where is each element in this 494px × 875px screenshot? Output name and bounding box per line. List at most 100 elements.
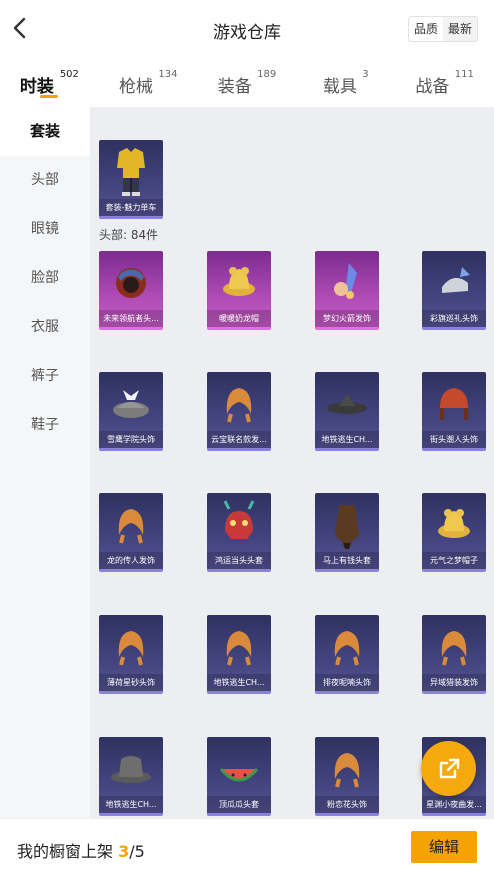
item-card[interactable]: 地铁逃生CH... xyxy=(315,372,379,451)
sidebar-item-pants[interactable]: 裤子 xyxy=(0,352,90,401)
hair-icon xyxy=(226,388,252,423)
tab-guns[interactable]: 枪械 134 xyxy=(99,58,198,106)
sidebar-item-glasses[interactable]: 眼镜 xyxy=(0,205,90,254)
hair-icon xyxy=(441,631,467,666)
tab-label: 枪械 xyxy=(118,77,153,97)
hair-icon xyxy=(334,631,360,666)
item-card[interactable]: 马上有钱头套 xyxy=(315,493,379,572)
sidebar-item-outfit[interactable]: 套装 xyxy=(0,107,90,156)
item-card[interactable]: 鸿运当头头套 xyxy=(207,493,271,572)
item-label: 雪鹰学院头饰 xyxy=(99,431,163,448)
hair-icon xyxy=(118,509,144,544)
item-card[interactable]: 异域猎装发饰 xyxy=(422,615,486,694)
item-label: 排夜呢喃头饰 xyxy=(315,674,379,691)
showcase-prefix: 我的橱窗上架 xyxy=(17,842,119,861)
item-label: 星渊小夜曲发... xyxy=(422,796,486,813)
tab-count: 189 xyxy=(257,69,277,80)
item-card[interactable]: 地铁逃生CH... xyxy=(99,737,163,816)
item-card[interactable]: 顶瓜瓜头套 xyxy=(207,737,271,816)
showcase-bar: 我的橱窗上架 3/5 编辑 xyxy=(0,818,494,875)
tab-fashion[interactable]: 时装 502 xyxy=(0,58,99,106)
watermelon-hat-icon xyxy=(219,768,259,782)
top-bar: 游戏仓库 品质 最新 xyxy=(0,0,494,58)
item-label: 彩旗巡礼头饰 xyxy=(422,310,486,327)
item-card[interactable]: 未来领航者头... xyxy=(99,251,163,330)
tab-count: 134 xyxy=(158,69,178,80)
category-sidebar: 套装 头部 眼镜 脸部 衣服 裤子 鞋子 xyxy=(0,107,90,818)
item-card[interactable]: 彩旗巡礼头饰 xyxy=(422,251,486,330)
hat-icon xyxy=(223,267,255,296)
item-label: 地铁逃生CH... xyxy=(207,674,271,691)
item-label: 街头潮人头饰 xyxy=(422,431,486,448)
showcase-current: 3 xyxy=(118,842,130,861)
tab-label: 载具 xyxy=(322,77,357,97)
active-tab-indicator xyxy=(40,95,59,98)
showcase-total: /5 xyxy=(129,842,145,861)
tab-count: 3 xyxy=(362,69,369,80)
item-label: 顶瓜瓜头套 xyxy=(207,796,271,813)
sidebar-item-clothes[interactable]: 衣服 xyxy=(0,303,90,352)
item-label: 龙的传人发饰 xyxy=(99,552,163,569)
item-label: 套装-魅力单车 xyxy=(99,199,163,216)
tab-equipment[interactable]: 装备 189 xyxy=(198,58,297,106)
tab-vehicles[interactable]: 载具 3 xyxy=(296,58,395,106)
item-card[interactable]: 地铁逃生CH... xyxy=(207,615,271,694)
share-button[interactable] xyxy=(421,741,476,796)
sort-toggle: 品质 最新 xyxy=(407,16,478,42)
item-card[interactable]: 元气之梦帽子 xyxy=(422,493,486,572)
item-label: 马上有钱头套 xyxy=(315,552,379,569)
helmet-icon xyxy=(116,268,146,298)
tab-label: 战备 xyxy=(415,77,450,97)
sort-quality-button[interactable]: 品质 xyxy=(408,17,443,41)
item-label: 未来领航者头... xyxy=(99,310,163,327)
share-icon xyxy=(439,758,459,778)
item-card[interactable]: 云宝联名款发... xyxy=(207,372,271,451)
item-card[interactable]: 雪鹰学院头饰 xyxy=(99,372,163,451)
sort-newest-button[interactable]: 最新 xyxy=(443,17,477,41)
item-card[interactable]: 粉恋花头饰 xyxy=(315,737,379,816)
item-card[interactable]: 梦幻火箭发饰 xyxy=(315,251,379,330)
bucket-hat-icon xyxy=(111,756,151,783)
outfit-icon xyxy=(117,148,145,196)
edit-button[interactable]: 编辑 xyxy=(411,831,477,863)
item-card[interactable]: 薄荷星砂头饰 xyxy=(99,615,163,694)
item-grid: 套装-魅力单车 头部: 84件 未来领航者头... 暖暖奶龙帽 梦幻火箭发饰 彩旗巡礼… xyxy=(90,107,494,818)
category-tabs: 时装 502 枪械 134 装备 189 载具 3 战备 111 xyxy=(0,58,494,106)
item-card-outfit[interactable]: 套装-魅力单车 xyxy=(99,140,163,219)
sidebar-item-face[interactable]: 脸部 xyxy=(0,254,90,303)
item-label: 粉恋花头饰 xyxy=(315,796,379,813)
tab-count: 111 xyxy=(454,69,474,80)
item-label: 云宝联名款发... xyxy=(207,431,271,448)
tab-count: 502 xyxy=(59,69,79,80)
item-label: 鸿运当头头套 xyxy=(207,552,271,569)
item-card[interactable]: 街头潮人头饰 xyxy=(422,372,486,451)
item-label: 地铁逃生CH... xyxy=(315,431,379,448)
dragon-mask-icon xyxy=(223,500,255,539)
hat-icon xyxy=(438,509,470,538)
item-label: 地铁逃生CH... xyxy=(99,796,163,813)
hair-icon xyxy=(334,753,360,788)
item-label: 梦幻火箭发饰 xyxy=(315,310,379,327)
cap-icon xyxy=(440,388,468,420)
horse-mask-icon xyxy=(335,505,359,549)
showcase-status: 我的橱窗上架 3/5 xyxy=(17,838,145,862)
tab-label: 时装 xyxy=(19,77,54,97)
item-label: 薄荷星砂头饰 xyxy=(99,674,163,691)
beret-icon xyxy=(113,390,149,418)
sidebar-item-head[interactable]: 头部 xyxy=(0,156,90,205)
rocket-hairpin-icon xyxy=(334,263,357,299)
sidebar-item-shoes[interactable]: 鞋子 xyxy=(0,401,90,450)
section-title-head: 头部: 84件 xyxy=(99,228,159,242)
item-label: 异域猎装发饰 xyxy=(422,674,486,691)
straw-hat-icon xyxy=(327,394,367,414)
tab-label: 装备 xyxy=(217,77,252,97)
item-label: 暖暖奶龙帽 xyxy=(207,310,271,327)
hair-icon xyxy=(226,631,252,666)
item-card[interactable]: 龙的传人发饰 xyxy=(99,493,163,572)
item-label: 元气之梦帽子 xyxy=(422,552,486,569)
headwear-icon xyxy=(442,267,470,293)
tab-supplies[interactable]: 战备 111 xyxy=(395,58,494,106)
item-card[interactable]: 排夜呢喃头饰 xyxy=(315,615,379,694)
item-card[interactable]: 暖暖奶龙帽 xyxy=(207,251,271,330)
hair-icon xyxy=(118,631,144,666)
